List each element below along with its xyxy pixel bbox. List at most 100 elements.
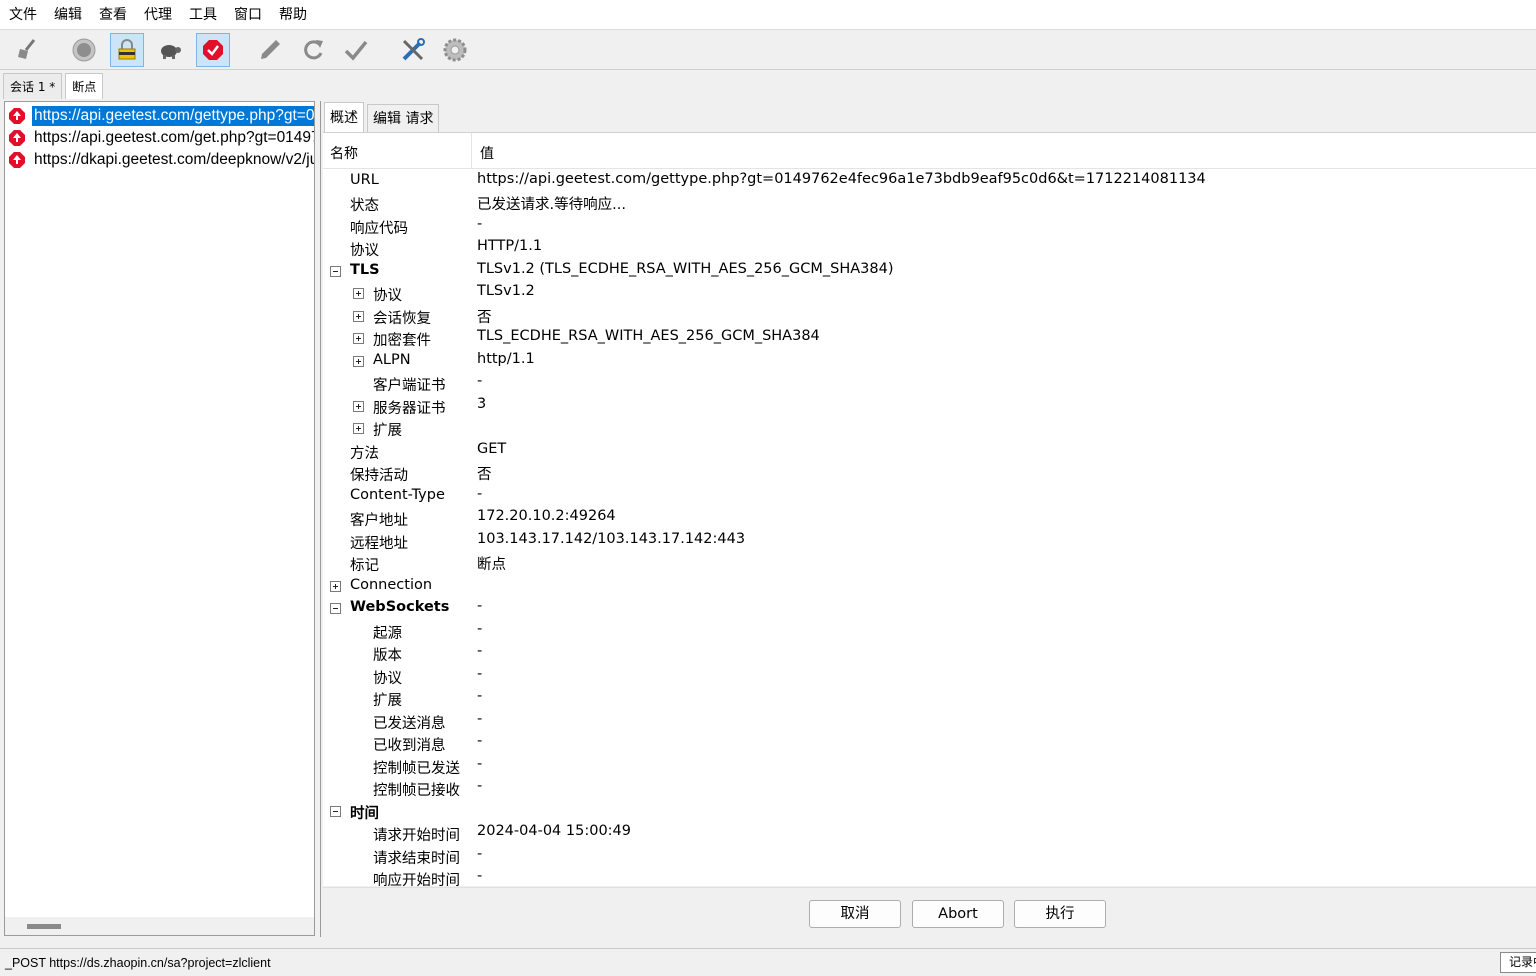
row-ws-protocol[interactable]: 协议 -: [323, 665, 1536, 687]
expand-icon[interactable]: [353, 356, 364, 367]
breakpoint-icon: [9, 130, 25, 146]
expand-icon[interactable]: [353, 333, 364, 344]
row-connection[interactable]: Connection: [323, 575, 1536, 597]
menu-view[interactable]: 查看: [90, 0, 135, 30]
check-icon[interactable]: [339, 33, 373, 67]
row-name: 控制帧已接收: [373, 783, 460, 799]
request-url: https://dkapi.geetest.com/deepknow/v2/ju…: [34, 151, 315, 168]
row-extensions[interactable]: 扩展: [323, 417, 1536, 439]
cancel-button[interactable]: 取消: [809, 900, 901, 928]
breakpoint-icon: [9, 108, 25, 124]
collapse-icon[interactable]: [330, 266, 341, 277]
list-item[interactable]: https://api.geetest.com/get.php?gt=01497…: [5, 127, 314, 149]
row-server-cert[interactable]: 服务器证书 3: [323, 395, 1536, 417]
expand-icon[interactable]: [330, 581, 341, 592]
tools-icon[interactable]: [396, 33, 430, 67]
pen-icon[interactable]: [253, 33, 287, 67]
expand-icon[interactable]: [353, 423, 364, 434]
row-ws-received[interactable]: 已收到消息 -: [323, 732, 1536, 754]
row-value: 断点: [477, 557, 506, 573]
row-content-type[interactable]: Content-Type -: [323, 485, 1536, 507]
row-name: 方法: [350, 446, 379, 462]
row-name: TLS: [350, 262, 380, 278]
menu-bar: 文件 编辑 查看 代理 工具 窗口 帮助: [0, 0, 1536, 30]
status-text: _POST https://ds.zhaopin.cn/sa?project=z…: [5, 956, 271, 970]
record-button[interactable]: 记录中: [1500, 952, 1536, 973]
scrollbar-thumb[interactable]: [27, 924, 61, 929]
record-icon[interactable]: [67, 33, 101, 67]
menu-proxy[interactable]: 代理: [135, 0, 180, 30]
row-name: 状态: [350, 198, 379, 214]
row-timing[interactable]: 时间: [323, 800, 1536, 822]
abort-button[interactable]: Abort: [912, 900, 1004, 928]
request-url: https://api.geetest.com/get.php?gt=01497…: [34, 129, 314, 146]
menu-edit[interactable]: 编辑: [45, 0, 90, 30]
list-item[interactable]: https://dkapi.geetest.com/deepknow/v2/ju…: [5, 149, 315, 171]
refresh-icon[interactable]: [296, 33, 330, 67]
row-protocol[interactable]: 协议 HTTP/1.1: [323, 237, 1536, 259]
row-method[interactable]: 方法 GET: [323, 440, 1536, 462]
expand-icon[interactable]: [353, 288, 364, 299]
column-divider[interactable]: [471, 133, 472, 169]
row-cipher-suite[interactable]: 加密套件 TLS_ECDHE_RSA_WITH_AES_256_GCM_SHA3…: [323, 327, 1536, 349]
row-status[interactable]: 状态 已发送请求.等待响应...: [323, 192, 1536, 214]
breakpoint-icon[interactable]: [196, 33, 230, 67]
row-tag[interactable]: 标记 断点: [323, 552, 1536, 574]
expand-icon[interactable]: [353, 401, 364, 412]
horizontal-scrollbar[interactable]: [5, 917, 314, 935]
row-keep-alive[interactable]: 保持活动 否: [323, 462, 1536, 484]
column-name-header[interactable]: 名称: [330, 143, 358, 163]
row-session-resume[interactable]: 会话恢复 否: [323, 305, 1536, 327]
menu-file[interactable]: 文件: [0, 0, 45, 30]
menu-help[interactable]: 帮助: [270, 0, 315, 30]
tab-breakpoints[interactable]: 断点: [65, 73, 104, 99]
row-name: 版本: [373, 648, 402, 664]
row-value: -: [477, 486, 483, 502]
row-response-code[interactable]: 响应代码 -: [323, 215, 1536, 237]
row-remote-address[interactable]: 远程地址 103.143.17.142/103.143.17.142:443: [323, 530, 1536, 552]
session-tabs: 会话 1 * 断点: [0, 73, 104, 99]
lock-icon[interactable]: [110, 33, 144, 67]
expand-icon[interactable]: [353, 311, 364, 322]
row-response-start[interactable]: 响应开始时间 -: [323, 867, 1536, 886]
row-tls-protocol[interactable]: 协议 TLSv1.2: [323, 282, 1536, 304]
broom-icon[interactable]: [10, 33, 44, 67]
row-request-end[interactable]: 请求结束时间 -: [323, 845, 1536, 867]
row-name: 协议: [373, 671, 402, 687]
grid-header: 名称 值: [323, 133, 1536, 169]
row-request-start[interactable]: 请求开始时间 2024-04-04 15:00:49: [323, 822, 1536, 844]
row-ws-version[interactable]: 版本 -: [323, 642, 1536, 664]
row-name: 时间: [350, 806, 379, 822]
row-name: 客户端证书: [373, 378, 446, 394]
detail-tabs: 概述 编辑 请求: [321, 101, 440, 132]
execute-button[interactable]: 执行: [1014, 900, 1106, 928]
tab-edit-request[interactable]: 编辑 请求: [367, 104, 440, 132]
row-websockets[interactable]: WebSockets -: [323, 597, 1536, 619]
row-client-cert[interactable]: 客户端证书 -: [323, 372, 1536, 394]
row-value: -: [477, 868, 483, 884]
row-client-address[interactable]: 客户地址 172.20.10.2:49264: [323, 507, 1536, 529]
collapse-icon[interactable]: [330, 806, 341, 817]
row-alpn[interactable]: ALPN http/1.1: [323, 350, 1536, 372]
row-name: 保持活动: [350, 468, 408, 484]
menu-window[interactable]: 窗口: [225, 0, 270, 30]
turtle-icon[interactable]: [153, 33, 187, 67]
row-url[interactable]: URL https://api.geetest.com/gettype.php?…: [323, 170, 1536, 192]
row-ws-control-sent[interactable]: 控制帧已发送 -: [323, 755, 1536, 777]
tab-overview[interactable]: 概述: [324, 102, 364, 132]
row-value: 172.20.10.2:49264: [477, 508, 616, 524]
row-ws-sent[interactable]: 已发送消息 -: [323, 710, 1536, 732]
column-value-header[interactable]: 值: [480, 143, 494, 163]
menu-tools[interactable]: 工具: [180, 0, 225, 30]
row-ws-control-received[interactable]: 控制帧已接收 -: [323, 777, 1536, 799]
row-name: 响应开始时间: [373, 873, 460, 886]
row-ws-origin[interactable]: 起源 -: [323, 620, 1536, 642]
tab-session-1[interactable]: 会话 1 *: [3, 73, 63, 99]
row-ws-extensions[interactable]: 扩展 -: [323, 687, 1536, 709]
list-item[interactable]: https://api.geetest.com/gettype.php?gt=0…: [5, 105, 314, 127]
collapse-icon[interactable]: [330, 603, 341, 614]
row-name: 扩展: [373, 693, 402, 709]
row-tls[interactable]: TLS TLSv1.2 (TLS_ECDHE_RSA_WITH_AES_256_…: [323, 260, 1536, 282]
gear-icon[interactable]: [438, 33, 472, 67]
status-bar: _POST https://ds.zhaopin.cn/sa?project=z…: [0, 948, 1536, 976]
